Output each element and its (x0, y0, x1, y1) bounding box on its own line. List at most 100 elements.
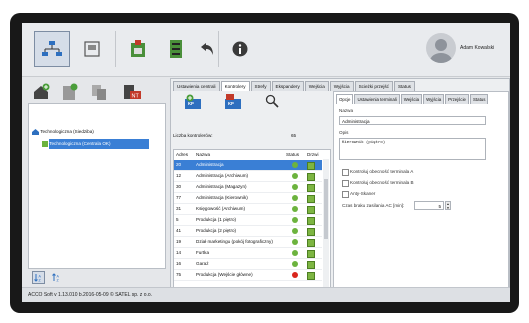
device-button[interactable] (74, 31, 110, 67)
description-field[interactable]: Kierownik (piętro) (339, 138, 486, 160)
app-window: Adam Kowalski NT Technologiczna (Siedzib… (22, 23, 510, 302)
tab-sciezki[interactable]: Scieżki przejść (354, 81, 393, 91)
door-icon (307, 217, 315, 225)
col-nazwa[interactable]: Nazwa (196, 150, 210, 159)
tab-wejscia[interactable]: Wejścia (304, 81, 329, 91)
check-terminal-b-label: Kontroluj obecność terminala B (350, 180, 414, 185)
avatar[interactable] (426, 33, 456, 63)
controllers-table: Adres Nazwa Status Drzwi 20 Administracja… (173, 149, 331, 293)
col-drzwi[interactable]: Drzwi (307, 150, 318, 159)
cell-nazwa: Administracja (Archiwum) (196, 173, 249, 178)
tab-wyjscia[interactable]: Wyjścia (329, 81, 354, 91)
col-status[interactable]: Status (286, 150, 299, 159)
table-row[interactable]: 19 Dział marketingu (pokój fotograficzny) (174, 237, 322, 248)
door-icon (307, 206, 315, 214)
check-anty-skaner[interactable] (342, 191, 349, 198)
panel-small-icon (42, 141, 48, 147)
cell-nazwa: Administracja (Magazyn) (196, 184, 247, 189)
device-icon (84, 41, 100, 57)
kp-label: KP (228, 101, 234, 106)
nt-button[interactable]: NT (122, 83, 141, 101)
tab-status[interactable]: Status (393, 81, 415, 91)
structure-button[interactable] (34, 31, 70, 67)
copy-icon (92, 85, 106, 100)
table-row[interactable]: 5 Produkcja (1 piętro) (174, 215, 322, 226)
table-row[interactable]: 41 Produkcja (2 piętro) (174, 226, 322, 237)
tree-node-root[interactable]: Technologiczna (Siedziba) (32, 129, 94, 135)
tab-ekspandery[interactable]: Ekspandery (271, 81, 304, 91)
main-tabs: Ustawienia centrali Kontrolery Strefy Ek… (173, 81, 416, 91)
ok-status-icon (292, 217, 298, 223)
door-icon (307, 261, 315, 269)
cell-adres: 14 (176, 250, 182, 255)
tree-node-child[interactable]: Technologiczna (Centrala OK) (42, 141, 110, 147)
ok-status-icon (292, 184, 298, 190)
panel-button[interactable] (120, 31, 156, 67)
name-field[interactable]: Administracja (339, 116, 486, 125)
controllers-pane: Ustawienia centrali Kontrolery Strefy Ek… (170, 78, 510, 296)
table-row[interactable]: 16 Garaż (174, 259, 322, 270)
tab-kontrolery[interactable]: Kontrolery (220, 81, 250, 91)
cell-nazwa: Księgowość (Archiwum) (196, 206, 246, 211)
status-bar: ACCO Soft v 1.13.010 b.2016-05-09 © SATE… (22, 287, 510, 302)
info-icon (232, 41, 248, 57)
cell-nazwa: Furtka (196, 250, 210, 255)
table-row[interactable]: 30 Administracja (Magazyn) (174, 182, 322, 193)
tab-ustawienia-centrali[interactable]: Ustawienia centrali (173, 81, 220, 91)
table-row[interactable]: 77 Administracja (Kierownik) (174, 193, 322, 204)
remove-controller-button[interactable]: KP (225, 94, 241, 109)
door-icon (307, 239, 315, 247)
add-object-button[interactable] (32, 83, 50, 101)
tab-detail-wejscia[interactable]: Wejścia (400, 94, 423, 104)
cell-nazwa: Produkcja (Wejście główne) (196, 272, 253, 277)
ok-status-icon (292, 250, 298, 256)
sort-za-button[interactable]: AZ (50, 271, 63, 284)
controller-details: Opcje Ustawienia terminali Wejścia Wyjśc… (333, 91, 509, 293)
check-terminal-b[interactable] (342, 180, 349, 187)
table-row[interactable]: 75 Produkcja (Wejście główne) (174, 270, 322, 281)
panel-icon (131, 40, 145, 57)
toolbar-separator (218, 31, 219, 67)
panel-add-icon (63, 83, 78, 100)
cabinet-icon (170, 40, 182, 58)
tab-opcje[interactable]: Opcje (336, 94, 354, 104)
svg-text:Z: Z (57, 279, 60, 283)
table-scrollbar[interactable] (323, 159, 329, 291)
sort-az-icon: AZ (34, 274, 42, 282)
ok-status-icon (292, 206, 298, 212)
sort-az-button[interactable]: AZ (32, 271, 45, 284)
door-icon (307, 173, 315, 181)
cell-nazwa: Produkcja (1 piętro) (196, 217, 237, 222)
scroll-thumb[interactable] (324, 179, 328, 239)
table-row[interactable]: 20 Administracja (174, 160, 322, 171)
add-panel-button[interactable] (60, 83, 78, 101)
tab-ustawienia-terminali[interactable]: Ustawienia terminali (354, 94, 400, 104)
ac-time-stepper[interactable]: ▲ ▼ (445, 201, 451, 210)
tab-detail-status[interactable]: Status (469, 94, 489, 104)
door-icon (307, 250, 315, 258)
table-row[interactable]: 31 Księgowość (Archiwum) (174, 204, 322, 215)
detail-tabs: Opcje Ustawienia terminali Wejścia Wyjśc… (336, 94, 489, 104)
check-terminal-a[interactable] (342, 169, 349, 176)
cell-adres: 31 (176, 206, 182, 211)
tab-przejscie[interactable]: Przejście (445, 94, 469, 104)
info-button[interactable] (222, 31, 258, 67)
copy-button[interactable] (90, 83, 108, 101)
table-row[interactable]: 14 Furtka (174, 248, 322, 259)
add-controller-button[interactable]: KP (185, 94, 201, 109)
ac-time-field[interactable]: 5 (414, 201, 444, 210)
error-status-icon (292, 272, 298, 278)
cell-adres: 41 (176, 228, 182, 233)
sort-za-icon: AZ (52, 273, 60, 283)
door-icon (307, 228, 315, 236)
search-controller-button[interactable] (265, 94, 279, 108)
left-pane: NT Technologiczna (Siedziba) Technologic… (26, 78, 166, 294)
tab-detail-wyjscia[interactable]: Wyjścia (423, 94, 445, 104)
user-icon (430, 39, 452, 63)
col-adres[interactable]: Adres (176, 150, 188, 159)
tab-strefy[interactable]: Strefy (250, 81, 271, 91)
tree-node-root-label: Technologiczna (Siedziba) (40, 129, 94, 135)
table-row[interactable]: 12 Administracja (Archiwum) (174, 171, 322, 182)
kp-label: KP (188, 101, 194, 106)
user-name: Adam Kowalski (460, 45, 495, 51)
